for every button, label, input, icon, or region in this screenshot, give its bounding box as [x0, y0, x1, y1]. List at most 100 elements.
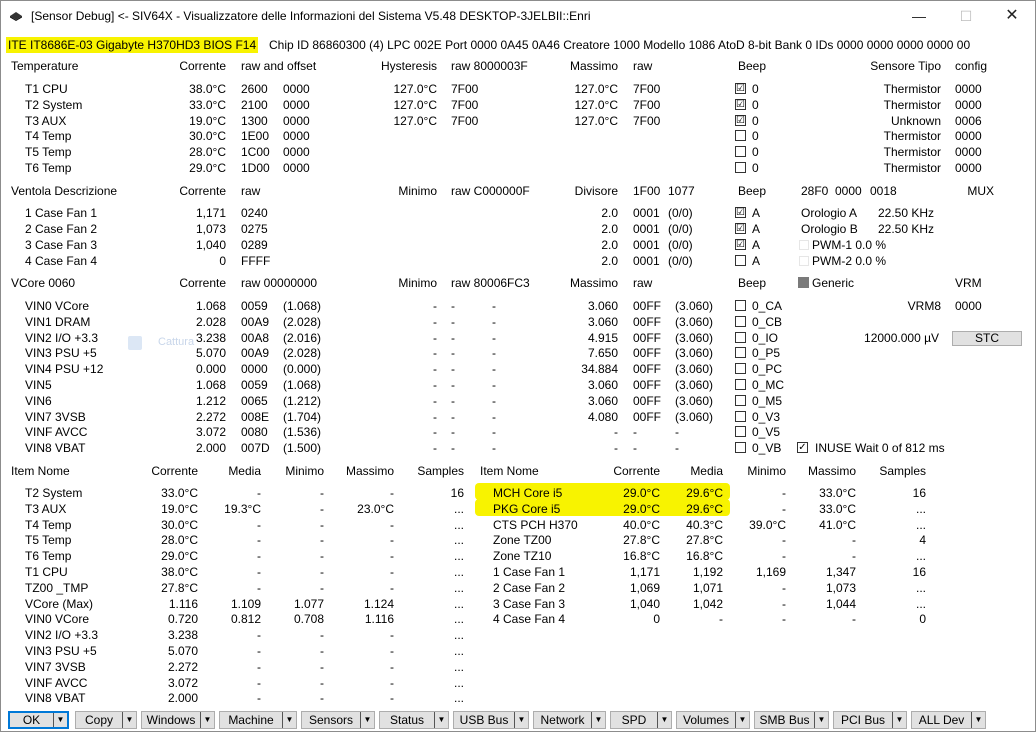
maximize-button[interactable]: ☐ — [943, 1, 989, 32]
volt-row-beep: 0_V5 — [752, 425, 781, 440]
volt-row-beep: 0_VB — [752, 441, 782, 456]
volt-beep-checkbox[interactable] — [735, 315, 746, 327]
temp-beep-checkbox[interactable] — [735, 162, 746, 173]
temp-row-mraw: 7F00 — [633, 97, 661, 112]
volt-beep-checkbox[interactable] — [735, 300, 746, 311]
volt-beep-checkbox[interactable] — [735, 363, 746, 375]
close-button[interactable]: ✕ — [989, 1, 1035, 32]
volt-row-max: 3.060 — [587, 393, 618, 408]
volt-row-min: - — [433, 346, 437, 361]
volt-beep-checkbox[interactable] — [735, 426, 746, 438]
items_left-header-min: Minimo — [285, 464, 324, 478]
dropdown-arrow-icon[interactable]: ▼ — [735, 712, 749, 728]
sensors-button[interactable]: Sensors ▼ — [301, 711, 375, 729]
items_left-row-name: VIN8 VBAT — [25, 691, 86, 706]
volt-row-mraw2: - — [492, 362, 496, 377]
fan-header-divisor: Divisore — [574, 184, 618, 198]
volumes-button[interactable]: Volumes ▼ — [676, 711, 750, 729]
items_right-row-max: - — [852, 549, 856, 564]
temp-beep-checkbox[interactable]: ☑ — [735, 83, 746, 94]
items_right-row-max: - — [852, 533, 856, 548]
dropdown-arrow-icon[interactable]: ▼ — [53, 713, 67, 727]
network-button[interactable]: Network ▼ — [533, 711, 606, 729]
stc-button[interactable]: STC — [952, 331, 1022, 346]
items_left-row-name: TZ00 _TMP — [25, 580, 89, 595]
volt-row-mraw1: - — [451, 362, 455, 377]
inuse-wait-label: INUSE Wait 0 of 812 ms — [815, 441, 945, 455]
pci-bus-button[interactable]: PCI Bus ▼ — [833, 711, 907, 729]
volt-row-mraw2: - — [492, 330, 496, 345]
items_left-row-name: VINF AVCC — [25, 675, 88, 690]
volt-row-scaled: (1.536) — [283, 425, 322, 440]
temp-row-hraw: 7F00 — [451, 97, 479, 112]
temp-beep-checkbox[interactable] — [735, 146, 746, 158]
volt-beep-checkbox[interactable] — [735, 442, 746, 454]
volt-row-max: 3.060 — [587, 299, 618, 313]
volt-row-beep: 0_CB — [752, 314, 783, 329]
volt-row-mraw2: - — [492, 378, 496, 392]
items_right-row-min: - — [782, 549, 786, 564]
items_right-row-max: 33.0°C — [819, 501, 856, 516]
items_right-row-name: Zone TZ10 — [493, 549, 552, 564]
temp-beep-checkbox[interactable]: ☑ — [735, 114, 746, 126]
usb-bus-button[interactable]: USB Bus ▼ — [453, 711, 529, 729]
all-dev-button[interactable]: ALL Dev ▼ — [911, 711, 986, 729]
fan-beep-checkbox[interactable]: ☑ — [735, 223, 746, 234]
fan-row-d1: 0001 — [633, 206, 660, 220]
windows-button[interactable]: Windows ▼ — [141, 711, 215, 729]
smb-bus-button[interactable]: SMB Bus ▼ — [754, 711, 829, 729]
dropdown-arrow-icon[interactable]: ▼ — [200, 712, 214, 728]
volt-beep-checkbox[interactable] — [735, 379, 746, 390]
temp-row-config: 0006 — [955, 113, 982, 128]
temp-row-offset: 0000 — [283, 97, 310, 112]
volt-row-min: - — [433, 425, 437, 440]
volt-beep-checkbox[interactable] — [735, 410, 746, 422]
volt-beep-checkbox[interactable] — [735, 394, 746, 406]
temp-row-raw: 1C00 — [241, 145, 270, 160]
temp-beep-checkbox[interactable]: ☑ — [735, 98, 746, 110]
temp-beep-checkbox[interactable] — [735, 130, 746, 142]
volt-row-beep: 0_M5 — [752, 393, 783, 408]
dropdown-arrow-icon[interactable]: ▼ — [360, 712, 374, 728]
volt-row-xraw2: (3.060) — [675, 330, 714, 345]
items_left-row-max: - — [390, 486, 394, 500]
volt-row-current: 0.000 — [195, 362, 226, 377]
dropdown-arrow-icon[interactable]: ▼ — [971, 712, 985, 728]
items_left-header-samples: Samples — [417, 464, 464, 478]
dropdown-arrow-icon[interactable]: ▼ — [282, 712, 296, 728]
dropdown-arrow-icon[interactable]: ▼ — [814, 712, 828, 728]
fan-row-current: 1,040 — [195, 238, 226, 252]
fan-row-current: 1,073 — [195, 222, 226, 236]
volt-row-scaled: (0.000) — [283, 362, 322, 377]
fan-header-x2: 0000 — [835, 184, 862, 198]
dropdown-arrow-icon[interactable]: ▼ — [657, 712, 671, 728]
volt-row-name: VIN5 — [25, 378, 52, 392]
volt-beep-checkbox[interactable] — [735, 331, 746, 343]
volt-beep-checkbox[interactable] — [735, 347, 746, 359]
volt-row-max: 3.060 — [587, 378, 618, 392]
volt-row-scaled: (1.704) — [283, 409, 322, 424]
temp-row-name: T2 System — [25, 97, 83, 112]
fan-beep-checkbox[interactable]: ☑ — [735, 207, 746, 218]
items_left-row-min: - — [320, 486, 324, 500]
fan-beep-checkbox[interactable]: ☑ — [735, 239, 746, 250]
copy-button[interactable]: Copy ▼ — [75, 711, 137, 729]
inuse-checkbox[interactable]: ✓ — [797, 442, 808, 453]
items_left-row-name: VIN3 PSU +5 — [25, 644, 97, 658]
spd-button[interactable]: SPD ▼ — [610, 711, 672, 729]
dropdown-arrow-icon[interactable]: ▼ — [591, 712, 605, 728]
status-button[interactable]: Status ▼ — [379, 711, 449, 729]
temp-row-sensor-type: Thermistor — [883, 145, 941, 160]
ok-button[interactable]: OK ▼ — [8, 711, 69, 729]
minimize-button[interactable]: — — [896, 1, 942, 32]
volt-row-mraw1: - — [451, 425, 455, 440]
temp-row-config: 0000 — [955, 145, 982, 160]
ghost-watermark: Cattura — [128, 333, 198, 355]
items_left-row-samples: ... — [453, 533, 464, 548]
dropdown-arrow-icon[interactable]: ▼ — [434, 712, 448, 728]
dropdown-arrow-icon[interactable]: ▼ — [514, 712, 528, 728]
dropdown-arrow-icon[interactable]: ▼ — [892, 712, 906, 728]
machine-button[interactable]: Machine ▼ — [219, 711, 297, 729]
fan-beep-checkbox[interactable] — [735, 255, 746, 266]
dropdown-arrow-icon[interactable]: ▼ — [122, 712, 136, 728]
